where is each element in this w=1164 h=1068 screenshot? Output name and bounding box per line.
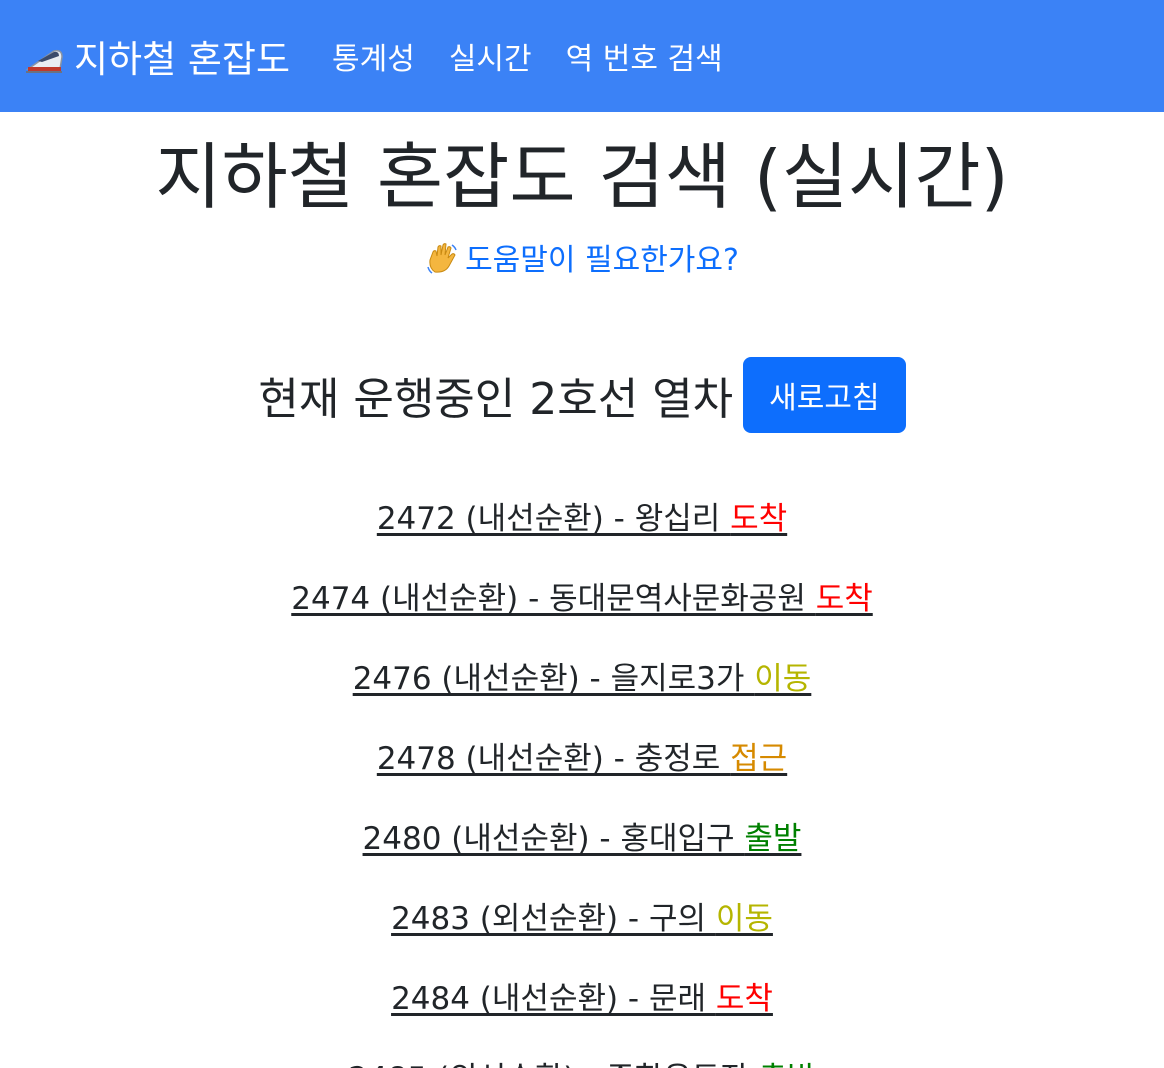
train-list-item: 2474 (내선순환) - 동대문역사문화공원 도착 <box>0 555 1164 635</box>
train-list-item: 2483 (외선순환) - 구의 이동 <box>0 875 1164 955</box>
train-label: 2472 (내선순환) - 왕십리 <box>376 500 731 537</box>
top-navbar: 지하철 혼잡도 통계성 실시간 역 번호 검색 <box>0 0 1164 112</box>
help-link[interactable]: 도움말이 필요한가요? <box>425 243 739 278</box>
train-status: 도착 <box>715 980 773 1017</box>
train-label: 2474 (내선순환) - 동대문역사문화공원 <box>291 580 816 617</box>
train-list-item: 2478 (내선순환) - 충정로 접근 <box>0 715 1164 795</box>
train-status: 출발 <box>744 820 802 857</box>
page-title: 지하철 혼잡도 검색 (실시간) <box>155 135 1009 219</box>
section-title: 현재 운행중인 2호선 열차 <box>258 374 734 426</box>
train-label: 2480 (내선순환) - 홍대입구 <box>362 820 745 857</box>
train-list-item: 2484 (내선순환) - 문래 도착 <box>0 955 1164 1035</box>
nav-link-realtime[interactable]: 실시간 <box>449 34 532 78</box>
nav-link-station-search[interactable]: 역 번호 검색 <box>566 34 723 78</box>
train-list-item: 2485 (외선순환) - 종합운동장 출발 <box>0 1035 1164 1068</box>
waving-hand-icon <box>425 242 459 276</box>
train-link[interactable]: 2476 (내선순환) - 을지로3가 이동 <box>353 653 812 698</box>
train-status: 이동 <box>715 900 773 937</box>
train-status: 이동 <box>754 660 812 697</box>
train-list-item: 2476 (내선순환) - 을지로3가 이동 <box>0 635 1164 715</box>
train-link[interactable]: 2485 (외선순환) - 종합운동장 출발 <box>348 1053 815 1068</box>
train-status: 도착 <box>730 500 788 537</box>
train-status: 접근 <box>730 740 788 777</box>
brand-label: 지하철 혼잡도 <box>74 38 291 81</box>
train-label: 2476 (내선순환) - 을지로3가 <box>352 660 755 697</box>
train-label: 2485 (외선순환) - 종합운동장 <box>348 1061 758 1068</box>
train-link[interactable]: 2478 (내선순환) - 충정로 접근 <box>377 733 787 778</box>
train-link[interactable]: 2483 (외선순환) - 구의 이동 <box>391 893 773 938</box>
nav-link-statistics[interactable]: 통계성 <box>332 34 415 78</box>
train-link[interactable]: 2472 (내선순환) - 왕십리 도착 <box>377 493 787 538</box>
train-label: 2484 (내선순환) - 문래 <box>391 980 716 1017</box>
train-link[interactable]: 2474 (내선순환) - 동대문역사문화공원 도착 <box>291 573 873 618</box>
train-status: 출발 <box>759 1061 816 1068</box>
train-link[interactable]: 2484 (내선순환) - 문래 도착 <box>391 973 773 1018</box>
train-list: 2472 (내선순환) - 왕십리 도착 2474 (내선순환) - 동대문역사문… <box>0 475 1164 1068</box>
train-label: 2483 (외선순환) - 구의 <box>391 900 716 937</box>
help-line: 도움말이 필요한가요? <box>0 242 1164 279</box>
train-link[interactable]: 2480 (내선순환) - 홍대입구 출발 <box>363 813 802 858</box>
train-label: 2478 (내선순환) - 충정로 <box>376 740 731 777</box>
refresh-button[interactable]: 새로고침 <box>743 357 906 434</box>
section-header: 현재 운행중인 2호선 열차 새로고침 <box>0 357 1164 434</box>
train-status: 도착 <box>815 580 873 617</box>
train-list-item: 2480 (내선순환) - 홍대입구 출발 <box>0 795 1164 875</box>
brand-link[interactable]: 지하철 혼잡도 <box>24 29 290 83</box>
high-speed-train-icon <box>24 41 64 73</box>
help-text: 도움말이 필요한가요? <box>465 243 739 279</box>
train-list-item: 2472 (내선순환) - 왕십리 도착 <box>0 475 1164 555</box>
main-content: 지하철 혼잡도 검색 (실시간) 도움말이 필요한가요? 현재 운행중인 2호선… <box>0 134 1164 1068</box>
